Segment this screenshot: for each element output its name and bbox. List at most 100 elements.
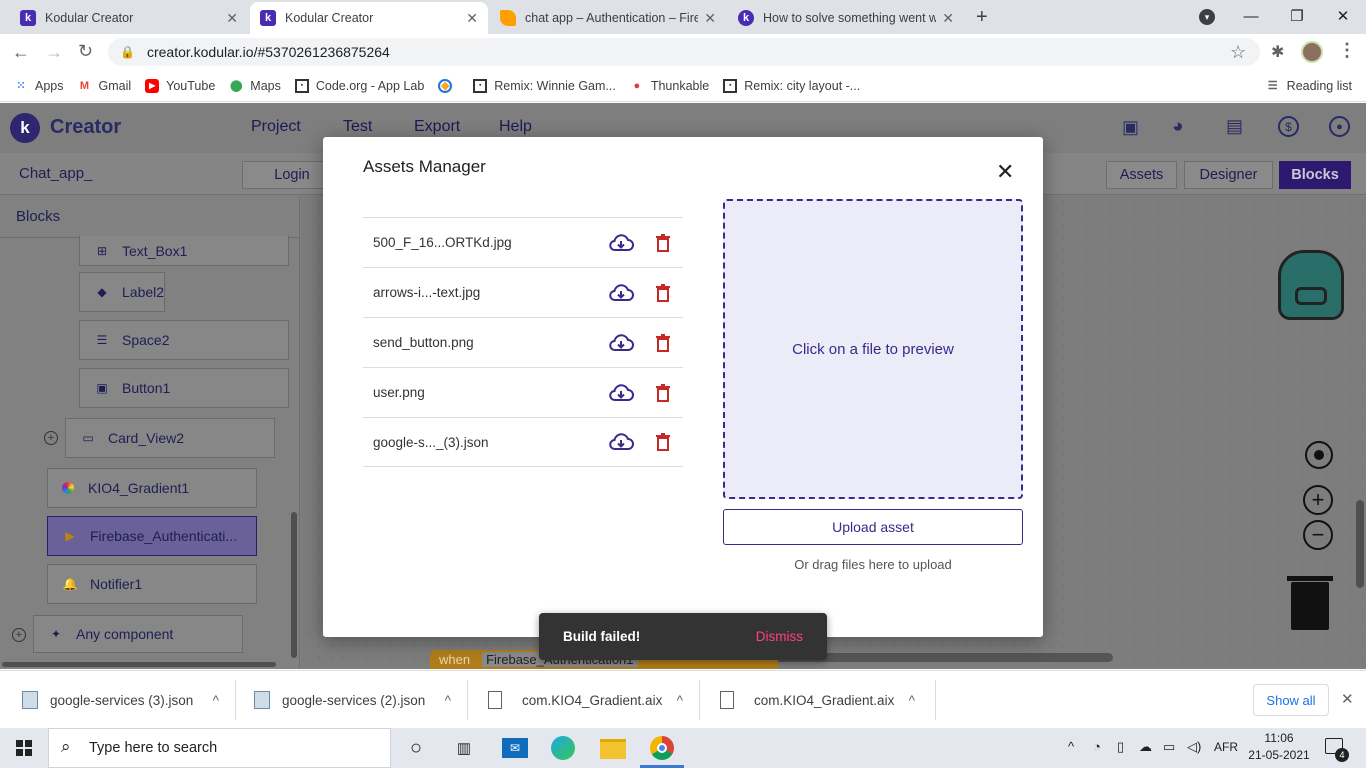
block-item-notifier1[interactable]: 🔔 Notifier1 — [47, 564, 257, 604]
download-cloud-icon[interactable] — [607, 233, 635, 253]
expand-any-component-icon[interactable]: + — [12, 628, 26, 642]
menu-help[interactable]: Help — [499, 118, 532, 136]
restore-icon[interactable]: ❐ — [1274, 0, 1320, 32]
asset-row[interactable]: google-s..._(3).json — [363, 417, 683, 467]
bookmark-youtube[interactable]: ▶ YouTube — [145, 78, 215, 93]
device-icon[interactable]: ▯ — [1117, 739, 1124, 755]
block-item-kio4-gradient1[interactable]: KIO4_Gradient1 — [47, 468, 257, 508]
minimize-icon[interactable]: — — [1228, 0, 1274, 32]
reading-list-button[interactable]: ☰ Reading list — [1266, 79, 1352, 93]
bookmark-maps[interactable]: ⬤ Maps — [229, 79, 281, 93]
chrome-icon[interactable] — [650, 736, 674, 760]
chevron-up-icon[interactable]: ^ — [445, 693, 451, 708]
bookmark-thunkable[interactable]: ● Thunkable — [630, 79, 710, 93]
download-item[interactable]: google-services (2).json ^ — [240, 680, 468, 720]
palette-icon[interactable]: ◕ — [1172, 116, 1183, 138]
download-item[interactable]: com.KIO4_Gradient.aix ^ — [704, 680, 936, 720]
bookmark-remix-city[interactable]: ▪ Remix: city layout -... — [723, 78, 860, 93]
block-item-label2[interactable]: ◆ Label2 — [79, 272, 166, 312]
volume-icon[interactable]: ◁) — [1187, 739, 1201, 755]
close-tab-icon[interactable]: ✕ — [466, 10, 478, 27]
close-tab-icon[interactable]: ✕ — [226, 10, 238, 27]
clock-date[interactable]: 21-05-2021 — [1244, 748, 1314, 762]
download-cloud-icon[interactable] — [607, 432, 635, 452]
browser-tab-2-active[interactable]: k Kodular Creator ✕ — [250, 2, 488, 34]
delete-trash-icon[interactable] — [653, 383, 673, 403]
dollar-icon[interactable]: $ — [1278, 116, 1299, 137]
download-item[interactable]: com.KIO4_Gradient.aix ^ — [472, 680, 700, 720]
language-indicator[interactable]: AFR — [1214, 740, 1238, 754]
asset-row[interactable]: 500_F_16...ORTKd.jpg — [363, 217, 683, 267]
block-item-space2[interactable]: ☰ Space2 — [79, 320, 289, 360]
back-icon[interactable]: ← — [12, 42, 30, 63]
block-item-any-component[interactable]: ✦ Any component — [33, 615, 243, 653]
windows-start-icon[interactable] — [16, 740, 32, 756]
upload-asset-button[interactable]: Upload asset — [723, 509, 1023, 545]
chrome-menu-icon[interactable]: ⋮ — [1338, 40, 1356, 61]
browser-tab-1[interactable]: k Kodular Creator ✕ — [10, 2, 248, 34]
tray-chevron-icon[interactable]: ^ — [1068, 739, 1074, 754]
bookmark-codeorg[interactable]: ▪ Code.org - App Lab — [294, 78, 424, 93]
menu-project[interactable]: Project — [251, 118, 301, 136]
battery-icon[interactable]: ▭ — [1163, 739, 1175, 755]
edge-icon[interactable] — [551, 736, 575, 760]
close-tab-icon[interactable]: ✕ — [942, 10, 954, 27]
asset-preview-dropzone[interactable]: Click on a file to preview — [723, 199, 1023, 499]
close-tab-icon[interactable]: ✕ — [704, 10, 716, 27]
library-icon[interactable]: ▤ — [1226, 116, 1243, 137]
bookmark-remix-winnie[interactable]: ▪ Remix: Winnie Gam... — [473, 78, 616, 93]
close-window-icon[interactable]: ✕ — [1320, 0, 1366, 32]
blocks-view-button[interactable]: Blocks — [1279, 161, 1351, 189]
block-item-firebase-authentication[interactable]: ▶ Firebase_Authenticati... — [47, 516, 257, 556]
expand-card-view-icon[interactable]: + — [44, 431, 58, 445]
bookmark-gmail[interactable]: M Gmail — [78, 79, 131, 93]
asset-row[interactable]: send_button.png — [363, 317, 683, 367]
delete-trash-icon[interactable] — [653, 233, 673, 253]
network-icon[interactable]: ◔ — [1093, 739, 1101, 754]
download-cloud-icon[interactable] — [607, 333, 635, 353]
reload-icon[interactable]: ↻ — [78, 41, 93, 62]
block-item-button1[interactable]: ▣ Button1 — [79, 368, 289, 408]
designer-view-button[interactable]: Designer — [1184, 161, 1273, 189]
sidebar-horizontal-scrollbar[interactable] — [2, 662, 276, 667]
download-cloud-icon[interactable] — [607, 383, 635, 403]
bookmark-apps[interactable]: ⁙ Apps — [14, 79, 63, 93]
show-all-downloads-button[interactable]: Show all — [1253, 684, 1329, 716]
block-item-text-box1[interactable]: ⊞ Text_Box1 — [79, 236, 289, 266]
forward-icon[interactable]: → — [45, 42, 63, 63]
chevron-up-icon[interactable]: ^ — [677, 693, 683, 708]
delete-trash-icon[interactable] — [653, 432, 673, 452]
assets-view-button[interactable]: Assets — [1106, 161, 1177, 189]
onedrive-icon[interactable]: ☁ — [1139, 739, 1152, 755]
folder-star-icon[interactable]: ▣ — [1122, 117, 1139, 138]
tab-search-icon[interactable]: ▾ — [1199, 9, 1215, 25]
mail-icon[interactable]: ✉ — [502, 738, 528, 758]
dismiss-button[interactable]: Dismiss — [756, 629, 803, 644]
center-workspace-icon[interactable] — [1305, 441, 1333, 469]
asset-row[interactable]: user.png — [363, 367, 683, 417]
backpack-icon[interactable] — [1278, 250, 1344, 320]
download-item[interactable]: google-services (3).json ^ — [8, 680, 236, 720]
trash-icon[interactable] — [1287, 576, 1333, 630]
sidebar-vertical-scrollbar[interactable] — [291, 512, 297, 658]
menu-test[interactable]: Test — [343, 118, 372, 136]
delete-trash-icon[interactable] — [653, 333, 673, 353]
close-dialog-icon[interactable]: ✕ — [996, 161, 1014, 183]
cortana-icon[interactable]: ○ — [403, 736, 429, 760]
taskbar-search-box[interactable]: ⌕ Type here to search — [48, 728, 391, 768]
bookmark-star-icon[interactable]: ☆ — [1230, 42, 1246, 63]
delete-trash-icon[interactable] — [653, 283, 673, 303]
download-cloud-icon[interactable] — [607, 283, 635, 303]
profile-avatar[interactable] — [1301, 41, 1323, 63]
block-item-card-view2[interactable]: ▭ Card_View2 — [65, 418, 275, 458]
zoom-out-icon[interactable]: − — [1303, 520, 1333, 550]
file-explorer-icon[interactable] — [600, 739, 626, 759]
browser-tab-3[interactable]: chat app – Authentication – Fireb ✕ — [490, 2, 726, 34]
close-downloads-icon[interactable]: ✕ — [1341, 690, 1354, 708]
account-icon[interactable]: ● — [1329, 116, 1350, 137]
workspace-vertical-scrollbar[interactable] — [1356, 500, 1364, 588]
task-view-icon[interactable]: ▥ — [451, 736, 477, 760]
chevron-up-icon[interactable]: ^ — [909, 693, 915, 708]
clock-time[interactable]: 11:06 — [1256, 731, 1302, 745]
address-bar[interactable]: 🔒 creator.kodular.io/#5370261236875264 — [108, 38, 1260, 66]
